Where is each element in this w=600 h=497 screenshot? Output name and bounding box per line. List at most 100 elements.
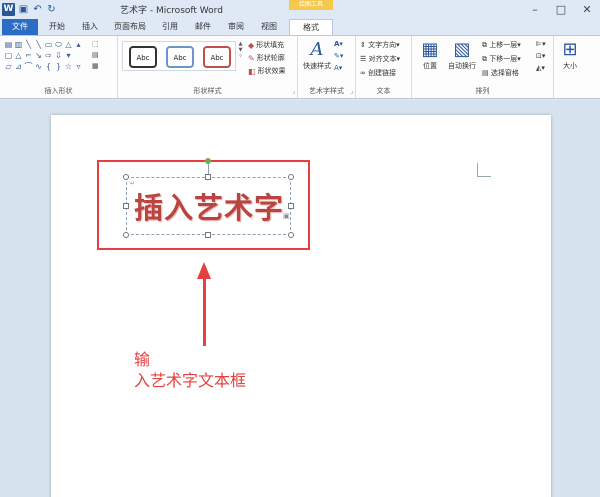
resize-handle-top-right[interactable]	[288, 174, 294, 180]
shape-style-preset-1[interactable]: Abc	[129, 46, 157, 68]
arrow-down-shape-icon[interactable]: ⇩	[54, 51, 63, 60]
line-shape-icon[interactable]: ╲	[24, 40, 33, 49]
shape-style-options: ◆ 形状填充 ✎ 形状轮廓 ◧ 形状效果	[248, 40, 286, 76]
resize-handle-bottom-left[interactable]	[123, 232, 129, 238]
shapes-gallery[interactable]: ▤ ▥ ╲ ╲ ▭ ⬭ △ ▴ ▢ △ ⌐ ↘ ⇨ ⇩ ▾ ▱ ⊿ ⌒ ∿ { …	[4, 40, 82, 71]
shape-outline-button[interactable]: ✎ 形状轮廓	[248, 53, 286, 63]
text-effects-icon[interactable]: A▾	[334, 64, 343, 72]
drawing-tools-context-label: 绘图工具	[289, 0, 333, 10]
undo-icon[interactable]: ↶	[32, 4, 43, 15]
textbox-vertical-shape-icon[interactable]: ▥	[14, 40, 23, 49]
dialog-launcher-icon[interactable]: ⌟	[292, 88, 295, 95]
close-button[interactable]: ✕	[574, 0, 600, 19]
callout-shape-icon[interactable]: ⊿	[14, 62, 23, 71]
shape-effects-button[interactable]: ◧ 形状效果	[248, 66, 286, 76]
tab-insert[interactable]: 插入	[76, 19, 104, 35]
group-size: ⊞ 大小	[554, 36, 586, 98]
tab-file[interactable]: 文件	[2, 19, 38, 35]
tab-references[interactable]: 引用	[156, 19, 184, 35]
send-backward-button[interactable]: ⧉ 下移一层▾	[482, 54, 521, 64]
more-shapes-icon[interactable]: ▴	[74, 40, 83, 49]
position-button[interactable]: ▦ 位置	[416, 39, 444, 71]
oval-shape-icon[interactable]: ⬭	[54, 40, 63, 49]
connector-shape-icon[interactable]: ⌐	[24, 51, 33, 60]
tab-page-layout[interactable]: 页面布局	[109, 19, 151, 35]
text-outline-icon[interactable]: ✎▾	[334, 52, 343, 60]
rounded-rect-shape-icon[interactable]: ▢	[4, 51, 13, 60]
rounded-shape-icon[interactable]: ▱	[4, 62, 13, 71]
position-icon: ▦	[421, 39, 439, 60]
resize-handle-left[interactable]	[123, 203, 129, 209]
group-label-arrange: 排列	[475, 87, 490, 95]
brace-shape-icon[interactable]: {	[44, 62, 53, 71]
tab-mailings[interactable]: 邮件	[189, 19, 217, 35]
group-label-shape-styles: 形状样式	[193, 87, 222, 95]
triangle-shape-icon[interactable]: △	[14, 51, 23, 60]
text-direction-button[interactable]: ⇕ 文字方向▾	[360, 40, 400, 50]
pen-icon: ✎	[248, 53, 255, 63]
annotation-text: 输 入艺术字文本框	[134, 349, 246, 391]
group-insert-shapes: ▤ ▥ ╲ ╲ ▭ ⬭ △ ▴ ▢ △ ⌐ ↘ ⇨ ⇩ ▾ ▱ ⊿ ⌒ ∿ { …	[0, 36, 118, 98]
wrap-text-button[interactable]: ▧ 自动换行	[444, 39, 480, 71]
bring-forward-button[interactable]: ⧉ 上移一层▾	[482, 40, 521, 50]
blank-icon	[74, 51, 83, 60]
redo-icon[interactable]: ↻	[46, 4, 57, 15]
textbox-shape-icon[interactable]: ▤	[4, 40, 13, 49]
size-button[interactable]: ⊞ 大小	[556, 39, 584, 71]
wordart-text[interactable]: 插入艺术字	[134, 185, 284, 227]
maximize-button[interactable]: □	[548, 0, 574, 19]
brace-shape-icon[interactable]: }	[54, 62, 63, 71]
ribbon-tabs: 文件 开始 插入 页面布局 引用 邮件 审阅 视图 格式	[0, 19, 600, 35]
expand-gallery-icon[interactable]: ▿	[74, 62, 83, 71]
expand-gallery-icon[interactable]: ▿	[237, 53, 244, 59]
paint-bucket-icon: ◆	[248, 40, 255, 50]
rotate-icon[interactable]: ◭▾	[536, 64, 546, 72]
triangle-shape-icon[interactable]: △	[64, 40, 73, 49]
arrow-up-icon	[197, 262, 211, 279]
group-label-insert-shapes: 插入形状	[44, 87, 73, 95]
resize-handle-bottom[interactable]	[205, 232, 211, 238]
save-icon[interactable]: ▣	[18, 4, 29, 15]
arrow-shape-icon[interactable]: ⇨	[44, 51, 53, 60]
annotation-line-2: 入艺术字文本框	[134, 371, 247, 390]
star-shape-icon[interactable]: ☆	[64, 62, 73, 71]
connector-shape-icon[interactable]: ↘	[34, 51, 43, 60]
align-icon[interactable]: ⊫▾	[536, 40, 546, 48]
textbox-menu-icon[interactable]: ▦	[92, 62, 99, 70]
shape-fill-button[interactable]: ◆ 形状填充	[248, 40, 286, 50]
dialog-launcher-icon[interactable]: ⌟	[350, 88, 353, 95]
shape-style-preset-3[interactable]: Abc	[203, 46, 231, 68]
text-fill-icon[interactable]: A▾	[334, 40, 343, 48]
text-tools: ⇕ 文字方向▾ ☰ 对齐文本▾ ∞ 创建链接	[360, 40, 400, 78]
quick-styles-button[interactable]: A 快速样式	[300, 39, 334, 71]
curve-shape-icon[interactable]: ⌒	[24, 62, 33, 71]
rectangle-shape-icon[interactable]: ▭	[44, 40, 53, 49]
resize-handle-bottom-right[interactable]	[288, 232, 294, 238]
word-logo-icon[interactable]: W	[2, 3, 15, 16]
tab-review[interactable]: 审阅	[222, 19, 250, 35]
curve-shape-icon[interactable]: ∿	[34, 62, 43, 71]
create-link-button[interactable]: ∞ 创建链接	[360, 68, 400, 78]
document-page[interactable]: ↵ 插入艺术字 ▣ 输 入艺术字文本框	[51, 115, 551, 497]
tab-home[interactable]: 开始	[42, 19, 72, 35]
line-shape-icon[interactable]: ╲	[34, 40, 43, 49]
draw-textbox-icon[interactable]: ▤	[92, 51, 99, 59]
edit-shape-icon[interactable]: ⬚	[92, 40, 99, 48]
resize-handle-top-left[interactable]	[123, 174, 129, 180]
shape-edit-tools: ⬚ ▤ ▦	[92, 40, 99, 70]
align-text-button[interactable]: ☰ 对齐文本▾	[360, 54, 400, 64]
tab-view[interactable]: 视图	[255, 19, 283, 35]
selection-pane-button[interactable]: ▤ 选择窗格	[482, 68, 521, 78]
shape-styles-scroll[interactable]: ▲ ▼ ▿	[237, 41, 244, 71]
shape-styles-gallery: Abc Abc Abc	[122, 41, 236, 71]
rotation-handle[interactable]	[205, 158, 211, 164]
scroll-down-icon[interactable]: ▾	[64, 51, 73, 60]
resize-handle-right[interactable]	[288, 203, 294, 209]
resize-handle-top[interactable]	[205, 174, 211, 180]
shape-style-preset-2[interactable]: Abc	[166, 46, 194, 68]
minimize-button[interactable]: –	[522, 0, 548, 19]
layout-options-icon[interactable]: ▣	[283, 212, 291, 220]
group-icon[interactable]: ⊡▾	[536, 52, 546, 60]
group-shape-styles: Abc Abc Abc ▲ ▼ ▿ ◆ 形状填充 ✎ 形状轮廓 ◧ 形状效果 形状样式…	[118, 36, 298, 98]
tab-format[interactable]: 格式	[289, 19, 333, 35]
